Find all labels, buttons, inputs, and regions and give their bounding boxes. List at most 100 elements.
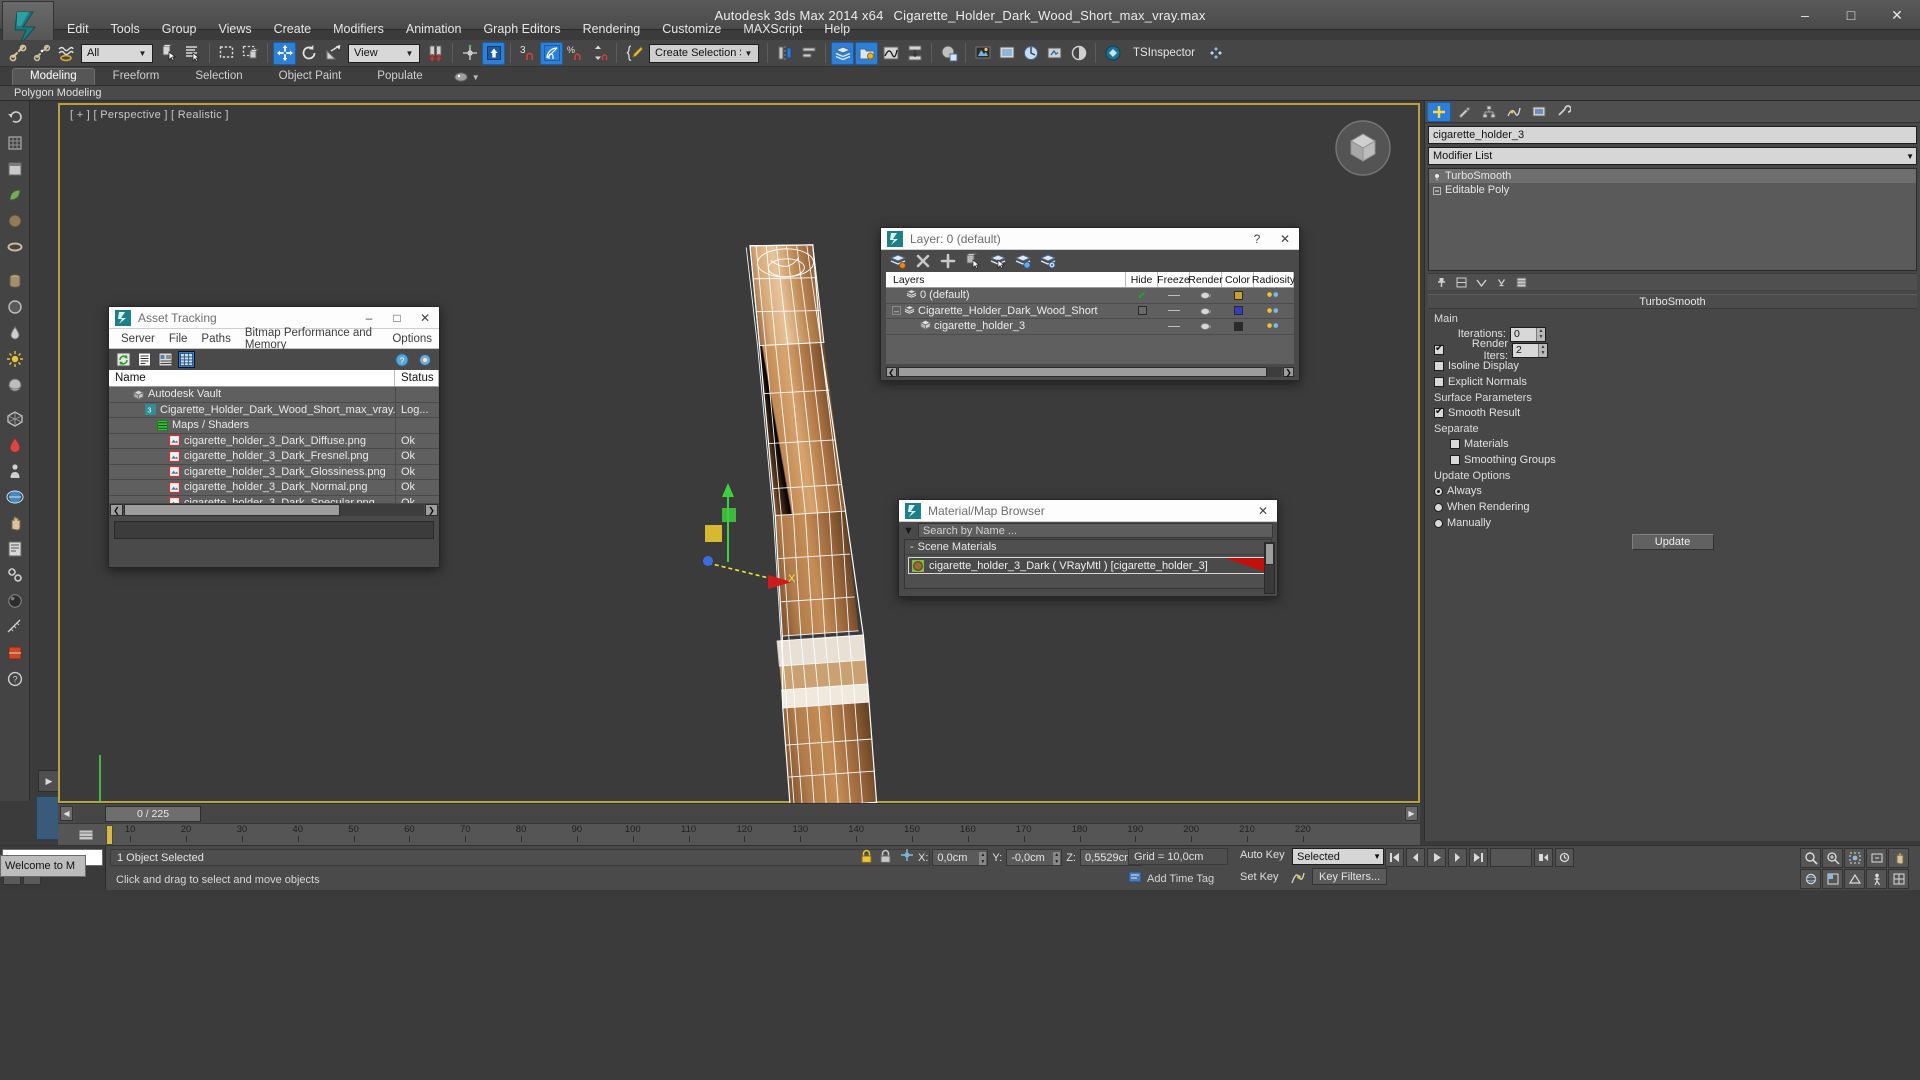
tool-hand-icon[interactable] [3,511,27,535]
layer-close-button[interactable]: ✕ [1271,228,1299,250]
at-refresh-icon[interactable] [115,351,132,368]
table-row[interactable]: cigarette_holder_3_Dark_Specular.png Ok [109,495,439,503]
ly-col-layers[interactable]: Layers [886,272,1126,287]
viewport-layout-icon[interactable] [1888,869,1909,889]
layer-titlebar[interactable]: Layer: 0 (default) ? ✕ [881,228,1299,250]
ly-col-hide[interactable]: Hide [1126,272,1158,287]
configure-modifier-sets-icon[interactable] [1512,275,1530,290]
unlink-selection-icon[interactable] [30,42,53,65]
menu-item-rendering[interactable]: Rendering [572,19,652,39]
selection-filter-combo[interactable]: All ▼ [81,43,153,63]
menu-item-views[interactable]: Views [207,19,262,39]
asset-tracking-close[interactable]: ✕ [411,307,439,329]
mirror-icon[interactable] [773,42,796,65]
absolute-relative-toggle-icon[interactable] [879,849,892,869]
key-mode-combo[interactable]: Selected ▼ [1292,848,1384,865]
highlight-selected-objects-layers-icon[interactable] [1014,253,1031,270]
layer-dialog[interactable]: Layer: 0 (default) ? ✕ Layers Hide Freez… [880,227,1300,381]
walk-through-icon[interactable] [1866,869,1887,889]
percent-snap-toggle-icon[interactable]: % [564,42,587,65]
ly-scroll-track[interactable] [898,367,1282,377]
menu-item-help[interactable]: Help [813,19,861,39]
at-details-view-icon[interactable] [157,351,174,368]
ly-freeze-cell[interactable] [1158,288,1190,303]
edit-named-selection-sets-icon[interactable] [622,42,645,65]
mm-vscrollbar[interactable] [1264,542,1275,594]
x-stepper[interactable]: ▲ ▼ [979,852,987,865]
current-frame-field[interactable] [1490,848,1532,867]
remove-modifier-icon[interactable] [1492,275,1510,290]
go-to-end-button[interactable] [1469,848,1488,867]
mm-close-button[interactable]: ✕ [1249,500,1277,522]
render-iters-stepper[interactable]: ▲ ▼ [1538,343,1547,357]
explicit-normals-checkbox[interactable] [1434,377,1444,387]
active-shade-icon[interactable] [1067,42,1090,65]
at-menu-server[interactable]: Server [114,331,162,347]
modifier-stack[interactable]: TurboSmooth Editable Poly [1428,168,1917,271]
select-and-scale-icon[interactable] [321,42,344,65]
delete-layer-icon[interactable] [914,253,931,270]
select-object-icon[interactable] [157,42,180,65]
bind-to-space-warp-icon[interactable] [54,42,77,65]
separate-smoothing-checkbox[interactable] [1450,455,1460,465]
ly-scroll-thumb[interactable] [898,367,1267,377]
tool-person-icon[interactable] [3,459,27,483]
at-menu-file[interactable]: File [162,331,195,347]
mm-filter-chevron-icon[interactable]: ▼ [903,525,914,537]
tab-modify[interactable] [1452,102,1476,122]
auto-key-label[interactable]: Auto Key [1240,849,1285,861]
tool-grid-icon[interactable] [3,131,27,155]
asset-tracking-maximize[interactable]: □ [383,307,411,329]
minimize-button[interactable]: – [1782,0,1828,30]
layer-list[interactable]: 0 (default) ✔ – Cigarette_Holder_Dark_Wo… [886,288,1294,364]
menu-item-group[interactable]: Group [151,19,208,39]
menu-item-maxscript[interactable]: MAXScript [732,19,813,39]
create-new-layer-icon[interactable] [889,253,906,270]
ribbon-options-dropdown[interactable]: ▼ [453,71,480,85]
tab-utilities[interactable] [1552,102,1576,122]
play-animation-button[interactable] [1427,848,1446,867]
menu-item-modifiers[interactable]: Modifiers [322,19,395,39]
at-scroll-thumb[interactable] [124,504,340,516]
at-scroll-left-button[interactable]: ❮ [110,504,123,516]
menu-item-edit[interactable]: Edit [56,19,100,39]
ly-freeze-cell[interactable] [1158,304,1190,319]
pan-view-icon[interactable] [1888,848,1909,868]
update-always-radio[interactable] [1434,486,1443,496]
table-row[interactable]: 0 (default) ✔ [886,288,1294,304]
update-manually-radio[interactable] [1434,518,1443,528]
list-item[interactable]: cigarette_holder_3_Dark ( VRayMtl ) [cig… [908,557,1268,574]
schematic-view-icon[interactable] [903,42,926,65]
ly-radiosity-cell[interactable] [1254,288,1294,303]
select-highlighted-layers-icon[interactable] [989,253,1006,270]
named-selection-set-combo[interactable]: Create Selection Se ▼ [649,43,759,63]
ly-scroll-right-button[interactable]: ❯ [1283,367,1294,377]
mm-vscroll-thumb[interactable] [1265,543,1274,565]
table-row[interactable]: cigarette_holder_3_Dark_Diffuse.png Ok [109,433,439,449]
curve-editor-icon[interactable] [879,42,902,65]
render-iters-checkbox[interactable] [1434,343,1444,355]
menu-item-create[interactable]: Create [263,19,323,39]
make-unique-icon[interactable] [1472,275,1490,290]
snaps-toggle-icon[interactable] [482,41,505,65]
menu-item-animation[interactable]: Animation [395,19,473,39]
time-slider[interactable]: ◀ 0 / 225 ▶ [58,803,1420,823]
table-row[interactable]: Maps / Shaders [109,418,439,434]
menu-item-customize[interactable]: Customize [651,19,732,39]
table-row[interactable]: – Cigarette_Holder_Dark_Wood_Short [886,304,1294,319]
material-editor-icon[interactable] [937,42,960,65]
iterations-spinner[interactable]: 0 ▲ ▼ [1510,326,1546,342]
at-col-name[interactable]: Name [109,370,395,386]
zoom-region-icon[interactable] [1866,848,1887,868]
tab-create[interactable] [1427,101,1451,122]
y-stepper[interactable]: ▲ ▼ [1053,852,1061,865]
select-and-rotate-icon[interactable] [297,42,320,65]
tool-globe-icon[interactable] [3,485,27,509]
tool-sphere-icon[interactable] [3,209,27,233]
rendered-frame-window-icon[interactable] [995,42,1018,65]
mm-category-scene-materials[interactable]: - Scene Materials [905,540,1271,555]
tool-help-icon[interactable]: ? [3,667,27,691]
at-menu-paths[interactable]: Paths [194,331,237,347]
tool-mesh-icon[interactable] [3,407,27,431]
update-button[interactable]: Update [1631,534,1714,550]
